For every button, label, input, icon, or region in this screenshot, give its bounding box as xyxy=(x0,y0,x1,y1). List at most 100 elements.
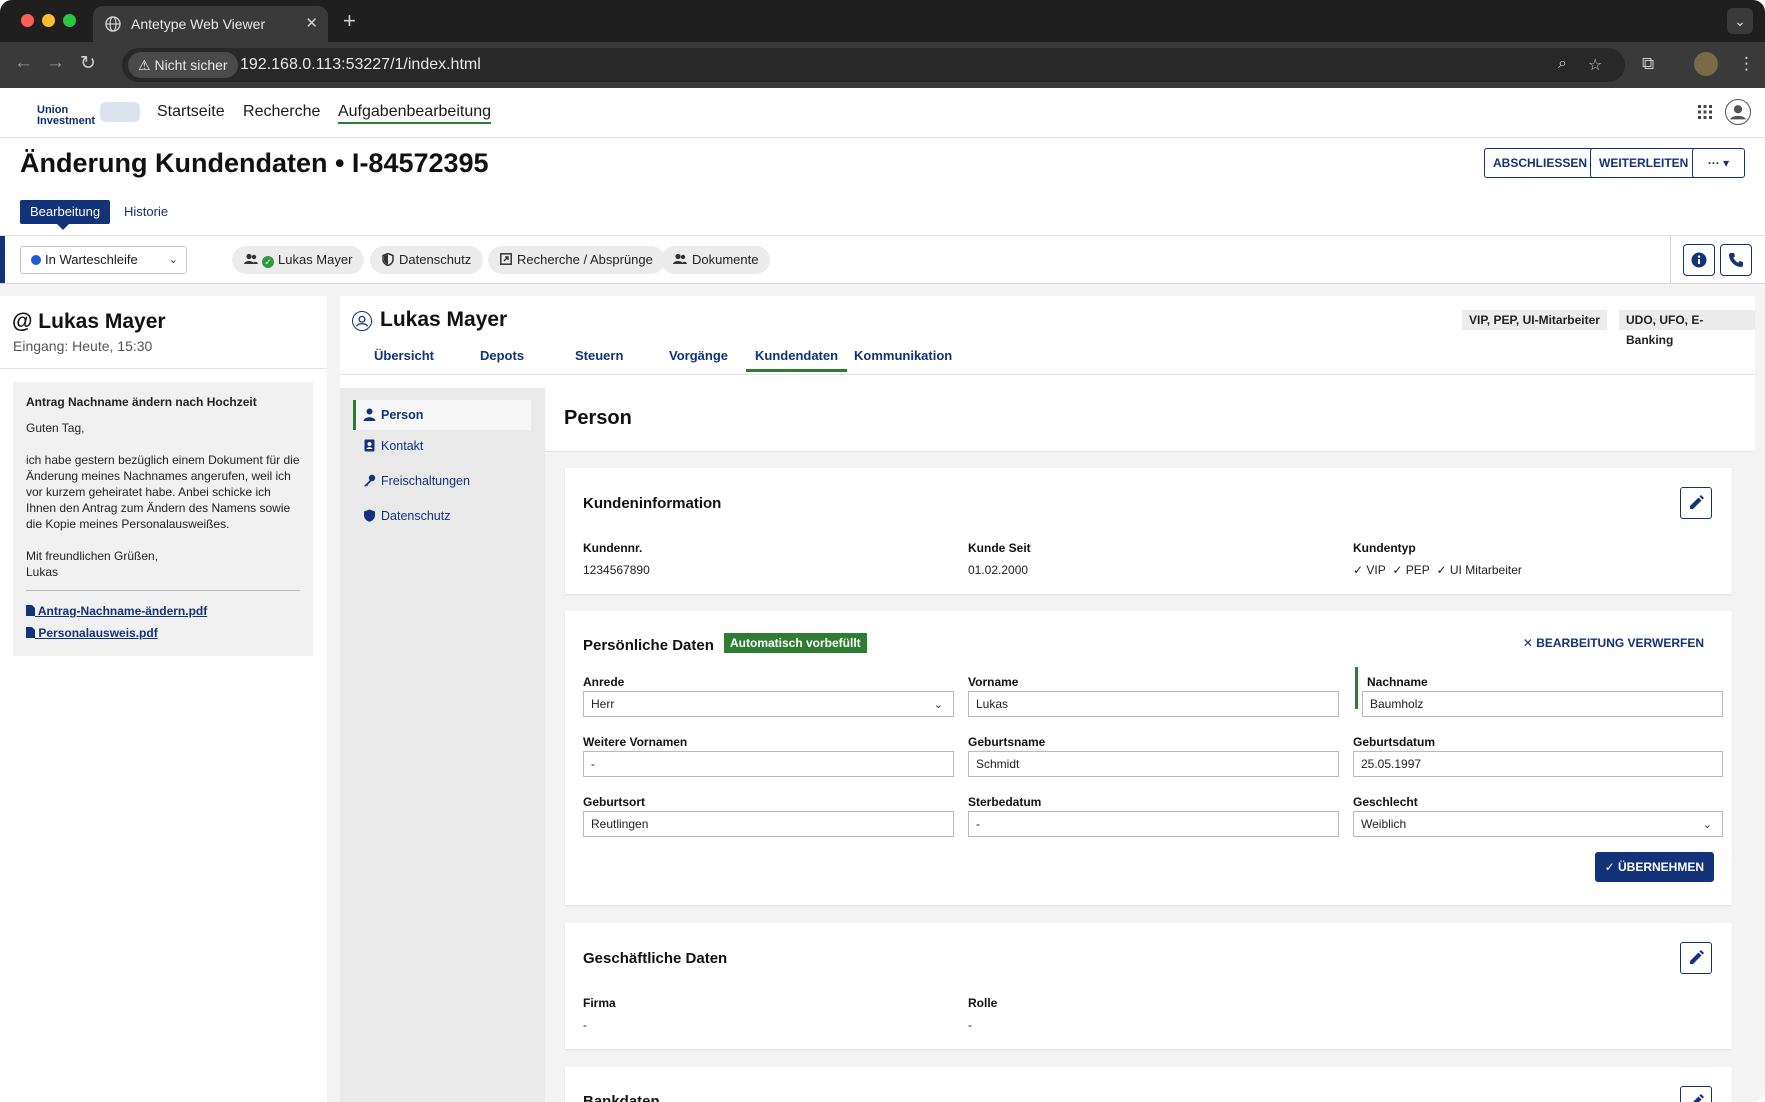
geburtsdatum-input[interactable]: 25.05.1997 xyxy=(1353,751,1723,777)
reload-icon[interactable]: ↻ xyxy=(80,52,96,75)
weiterleiten-button[interactable]: WEITERLEITEN xyxy=(1590,148,1698,178)
chip-datenschutz[interactable]: Datenschutz xyxy=(370,246,484,274)
chip-recherche[interactable]: Recherche / Absprünge xyxy=(488,246,665,274)
label-sterbedatum: Sterbedatum xyxy=(968,795,1042,809)
geschlecht-select[interactable]: Weiblich ⌄ xyxy=(1353,811,1723,837)
close-window-button[interactable] xyxy=(21,14,34,27)
check-icon: ✓ xyxy=(1392,563,1406,577)
geburtsname-input[interactable]: Schmidt xyxy=(968,751,1339,777)
address-bar[interactable]: ⚠ Nicht sicher 192.168.0.113:53227/1/ind… xyxy=(122,48,1625,82)
info-button[interactable] xyxy=(1683,244,1715,276)
email-sender: @ Lukas Mayer xyxy=(12,310,166,333)
divider xyxy=(26,590,300,591)
tab-menu-chevron-icon[interactable]: ⌄ xyxy=(1727,8,1753,34)
sterbedatum-input[interactable]: - xyxy=(968,811,1339,837)
chip-customer[interactable]: ✓ Lukas Mayer xyxy=(232,246,365,274)
discard-edit-button[interactable]: ✕ BEARBEITUNG VERWERFEN xyxy=(1523,636,1704,650)
browser-menu-icon[interactable]: ⋮ xyxy=(1738,54,1755,74)
kundendaten-sidenav: Person Kontakt Freischaltungen Datenschu… xyxy=(340,388,545,1102)
attachment-name-1: Antrag-Nachname-ändern.pdf xyxy=(37,604,208,618)
subtab-kommunikation[interactable]: Kommunikation xyxy=(854,348,952,363)
browser-toolbar: ← → ↻ ⚠ Nicht sicher 192.168.0.113:53227… xyxy=(0,42,1765,88)
chip-dokumente[interactable]: Dokumente xyxy=(661,246,771,274)
apps-grid-icon[interactable] xyxy=(1697,104,1713,120)
status-select[interactable]: In Warteschleife ⌄ xyxy=(20,246,187,274)
user-account-icon[interactable] xyxy=(1725,99,1751,125)
union-investment-logo[interactable]: Union Investment xyxy=(37,105,95,127)
subtab-kundendaten[interactable]: Kundendaten xyxy=(746,348,848,372)
chevron-down-icon: ⌄ xyxy=(933,699,943,711)
label-firma: Firma xyxy=(583,996,616,1010)
subtab-steuern[interactable]: Steuern xyxy=(575,348,623,363)
vorname-input[interactable]: Lukas xyxy=(968,691,1339,717)
users-icon xyxy=(244,253,258,264)
email-received-time: Eingang: Heute, 15:30 xyxy=(13,338,153,354)
subtab-uebersicht[interactable]: Übersicht xyxy=(374,348,434,363)
check-icon: ✓ xyxy=(1436,563,1450,577)
sidenav-label-person: Person xyxy=(381,408,424,422)
attachment-name-2: Personalausweis.pdf xyxy=(38,626,158,640)
subtab-depots[interactable]: Depots xyxy=(480,348,524,363)
nav-aufgabenbearbeitung[interactable]: Aufgabenbearbeitung xyxy=(337,103,492,124)
new-tab-icon[interactable]: + xyxy=(343,8,356,34)
abschliessen-button[interactable]: ABSCHLIESSEN xyxy=(1484,148,1597,178)
edit-geschaeftliche-daten-button[interactable] xyxy=(1680,942,1712,974)
tab-historie[interactable]: Historie xyxy=(114,200,178,224)
anrede-select[interactable]: Herr ⌄ xyxy=(583,691,954,717)
edit-kundeninformation-button[interactable] xyxy=(1680,487,1712,519)
bookmark-star-icon[interactable]: ☆ xyxy=(1588,55,1602,75)
section-bankdaten: Bankdaten xyxy=(565,1067,1732,1102)
customer-card: Lukas Mayer VIP, PEP, UI-Mitarbeiter UDO… xyxy=(340,296,1755,1102)
forward-icon[interactable]: → xyxy=(46,52,65,74)
chip-datenschutz-label: Datenschutz xyxy=(399,252,472,267)
security-warning-chip[interactable]: ⚠ Nicht sicher xyxy=(128,52,238,78)
sidenav-item-person[interactable]: Person xyxy=(353,400,531,430)
key-icon xyxy=(364,474,376,487)
anrede-value: Herr xyxy=(591,697,615,711)
shield-icon xyxy=(382,252,394,267)
value-kunde-seit: 01.02.2000 xyxy=(968,563,1029,577)
nachname-input[interactable]: Baumholz xyxy=(1362,691,1723,717)
close-icon: ✕ xyxy=(1522,636,1537,650)
contact-book-icon xyxy=(364,439,375,452)
tab-bearbeitung[interactable]: Bearbeitung xyxy=(20,200,111,224)
geburtsort-input[interactable]: Reutlingen xyxy=(583,811,954,837)
chip-recherche-label: Recherche / Absprünge xyxy=(517,252,653,267)
person-icon xyxy=(363,408,376,421)
file-icon xyxy=(26,627,35,638)
call-button[interactable] xyxy=(1720,244,1752,276)
shield-icon xyxy=(364,509,375,522)
label-geburtsdatum: Geburtsdatum xyxy=(1353,735,1436,749)
maximize-window-button[interactable] xyxy=(63,14,76,27)
value-kundennr: 1234567890 xyxy=(583,563,650,577)
uebernehmen-label: ÜBERNEHMEN xyxy=(1617,860,1704,874)
pencil-icon xyxy=(1689,495,1704,509)
edit-bankdaten-button[interactable] xyxy=(1680,1086,1712,1102)
email-greeting: Guten Tag, xyxy=(26,421,85,435)
minimize-window-button[interactable] xyxy=(42,14,55,27)
divider xyxy=(340,374,1755,375)
more-actions-button[interactable]: ··· ▾ xyxy=(1692,148,1745,178)
email-body: Antrag Nachname ändern nach Hochzeit Gut… xyxy=(13,382,313,656)
subtab-vorgaenge[interactable]: Vorgänge xyxy=(669,348,728,363)
close-tab-icon[interactable]: ✕ xyxy=(305,14,318,32)
weitere-vornamen-input[interactable]: - xyxy=(583,751,954,777)
nav-recherche[interactable]: Recherche xyxy=(243,103,320,120)
sidenav-item-datenschutz[interactable]: Datenschutz xyxy=(353,501,531,531)
sidenav-item-freischaltungen[interactable]: Freischaltungen xyxy=(353,466,531,496)
section-title: Kundeninformation xyxy=(583,495,722,512)
nav-startseite[interactable]: Startseite xyxy=(157,103,225,120)
sidenav-item-kontakt[interactable]: Kontakt xyxy=(353,431,531,461)
phone-icon xyxy=(1729,253,1743,267)
sidenav-label-datenschutz: Datenschutz xyxy=(381,509,451,523)
attachment-link-2[interactable]: Personalausweis.pdf xyxy=(26,625,300,641)
email-subject: Antrag Nachname ändern nach Hochzeit xyxy=(26,395,257,409)
back-icon[interactable]: ← xyxy=(14,52,33,74)
uebernehmen-button[interactable]: ✓ ÜBERNEHMEN xyxy=(1594,852,1714,882)
extensions-icon[interactable]: ⧉ xyxy=(1642,54,1654,74)
logo-blurred-mark xyxy=(100,102,140,122)
browser-profile-avatar[interactable] xyxy=(1694,52,1718,76)
attachment-link-1[interactable]: Antrag-Nachname-ändern.pdf xyxy=(26,603,300,619)
browser-tab[interactable]: Antetype Web Viewer ✕ xyxy=(93,6,328,42)
zoom-icon[interactable]: ⌕ xyxy=(1558,55,1567,73)
